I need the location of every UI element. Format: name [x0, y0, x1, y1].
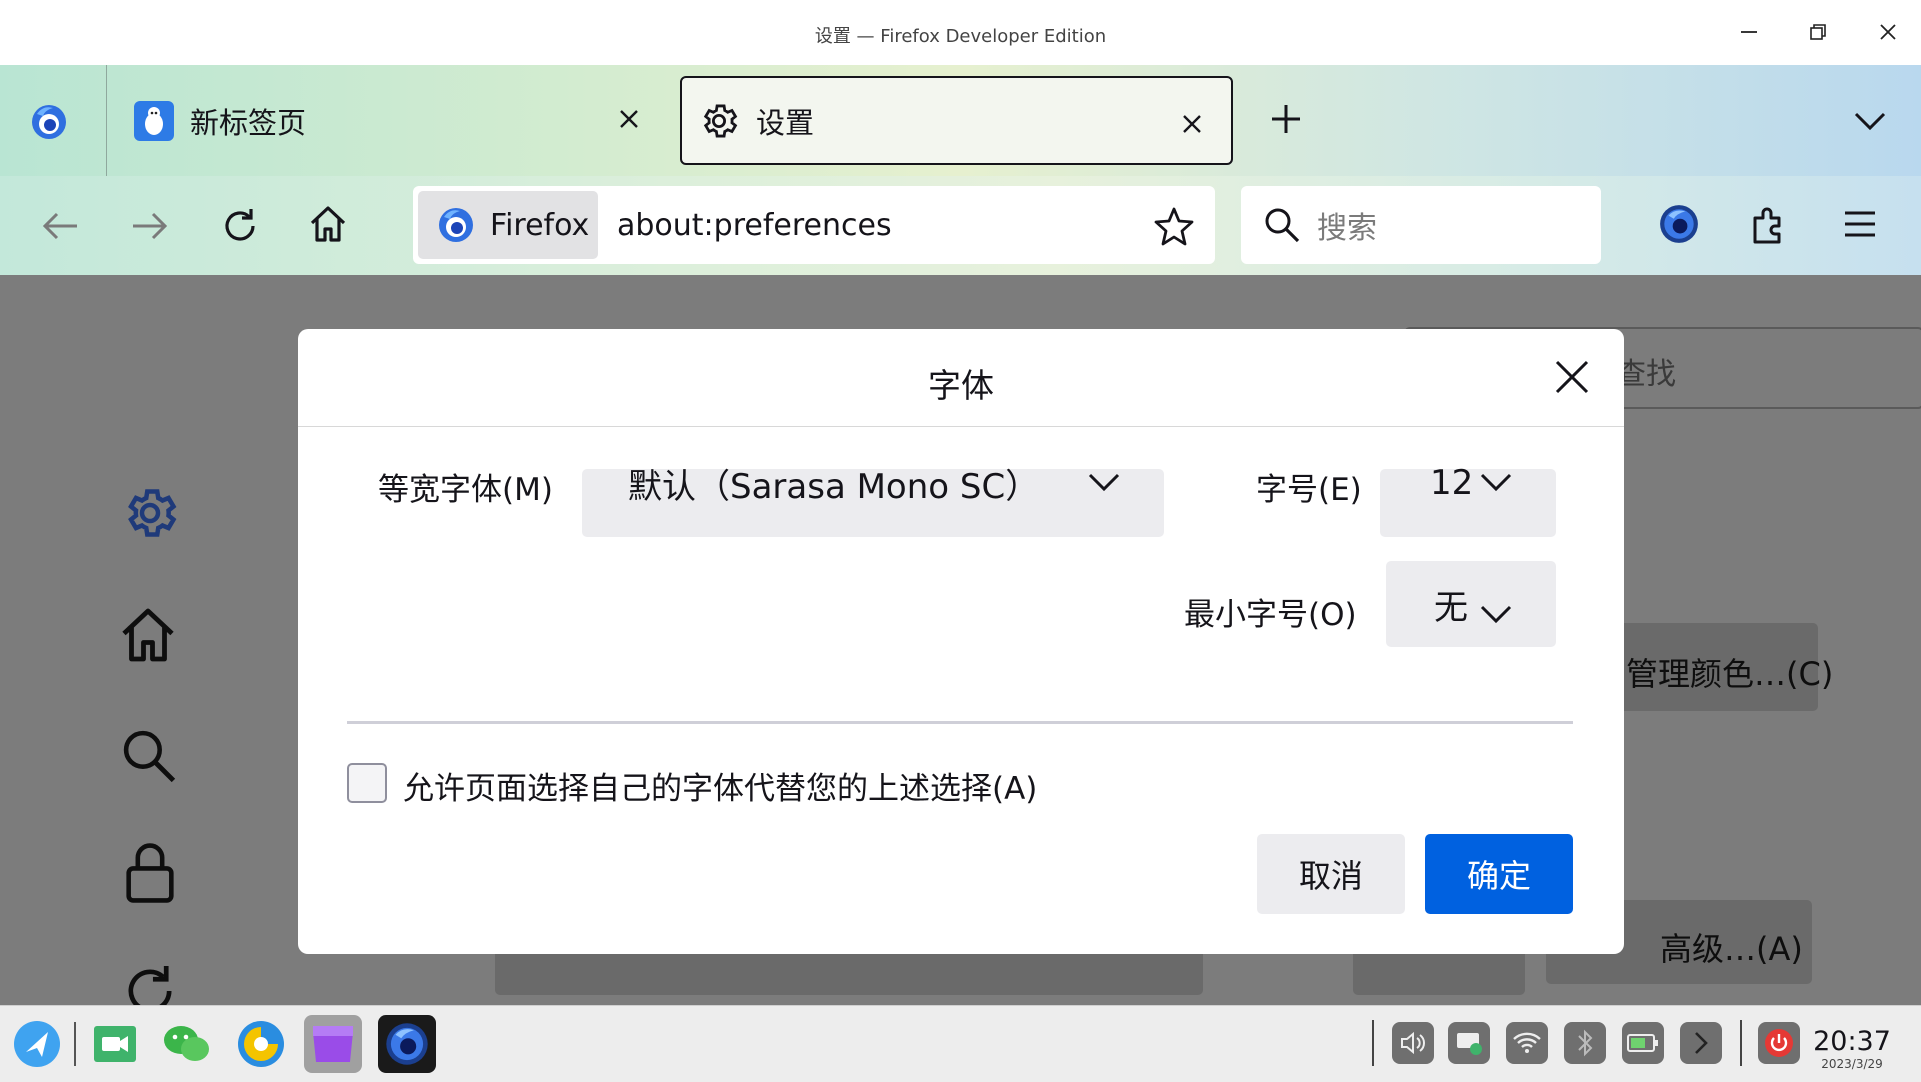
video-meeting-icon[interactable]	[86, 1015, 144, 1073]
firefox-account-icon[interactable]	[1655, 200, 1703, 248]
new-tab-button[interactable]	[1262, 95, 1310, 143]
manage-colors-label: 管理颜色…(C)	[1626, 655, 1834, 693]
app-store-icon[interactable]	[304, 1015, 362, 1073]
close-tab-icon[interactable]	[1181, 108, 1203, 142]
tab-settings[interactable]: 设置	[680, 76, 1233, 165]
fonts-dialog: 字体 等宽字体(M) 默认（Sarasa Mono SC） 字号(E) 12 最…	[298, 329, 1624, 954]
search-placeholder: 搜索	[1317, 211, 1377, 246]
expand-tray-chevron-right-icon[interactable]	[1680, 1022, 1722, 1064]
sidebar-general-gear-icon[interactable]	[120, 483, 180, 547]
penguin-icon	[134, 100, 174, 141]
search-icon	[1263, 206, 1301, 244]
sidebar-search-icon[interactable]	[120, 727, 178, 789]
firefox-view-icon[interactable]	[22, 95, 76, 149]
close-window-icon[interactable]	[1868, 14, 1908, 50]
clock-time: 20:37	[1813, 1026, 1891, 1057]
search-bar[interactable]: 搜索	[1241, 186, 1601, 264]
taskbar: 20:37 2023/3/29	[0, 1005, 1921, 1082]
dialog-header: 字体	[298, 329, 1624, 427]
allow-page-fonts-checkbox[interactable]	[347, 763, 387, 803]
forward-arrow-icon[interactable]	[126, 204, 174, 248]
close-dialog-icon[interactable]	[1554, 359, 1594, 399]
minimum-font-size-label: 最小字号(O)	[1184, 597, 1357, 633]
select-value: 12	[1430, 463, 1474, 503]
network-manager-icon[interactable]	[1448, 1022, 1490, 1064]
sidebar-home-icon[interactable]	[118, 605, 178, 669]
extensions-puzzle-icon[interactable]	[1746, 200, 1794, 248]
hamburger-menu-icon[interactable]	[1836, 202, 1884, 246]
nav-toolbar: Firefox about:preferences 搜索	[0, 176, 1921, 275]
firefox-logo-icon	[436, 205, 476, 245]
url-bar[interactable]: Firefox about:preferences	[413, 186, 1215, 264]
restore-icon[interactable]	[1798, 14, 1838, 50]
minimize-icon[interactable]	[1729, 14, 1769, 50]
select-value: 默认（Sarasa Mono SC）	[628, 466, 1040, 507]
select-value: 无	[1434, 587, 1468, 628]
cancel-button[interactable]: 取消	[1257, 834, 1405, 914]
chevron-down-icon	[1088, 461, 1120, 501]
url-text[interactable]: about:preferences	[617, 208, 892, 243]
identity-label: Firefox	[490, 207, 590, 243]
advanced-label: 高级…(A)	[1660, 930, 1803, 968]
power-icon[interactable]	[1758, 1022, 1800, 1064]
font-size-label: 字号(E)	[1256, 472, 1362, 508]
wechat-icon[interactable]	[158, 1015, 216, 1073]
back-arrow-icon[interactable]	[36, 204, 84, 248]
home-icon[interactable]	[304, 200, 352, 248]
firefox-dev-taskbar-icon[interactable]	[378, 1015, 436, 1073]
bluetooth-icon[interactable]	[1564, 1022, 1606, 1064]
allow-page-fonts-label[interactable]: 允许页面选择自己的字体代替您的上述选择(A)	[403, 763, 1037, 808]
gear-icon	[698, 100, 740, 142]
reload-icon[interactable]	[216, 202, 264, 250]
tab-strip: 新标签页 设置	[0, 65, 1921, 176]
monospace-font-label: 等宽字体(M)	[378, 472, 553, 508]
volume-icon[interactable]	[1392, 1022, 1434, 1064]
tab-label: 新标签页	[190, 105, 307, 140]
clock-date: 2023/3/29	[1821, 1057, 1883, 1071]
sidebar-sync-icon[interactable]	[122, 963, 178, 1005]
window-title: 设置 — Firefox Developer Edition	[814, 26, 1107, 47]
ok-button[interactable]: 确定	[1425, 834, 1573, 914]
window-titlebar: 设置 — Firefox Developer Edition	[0, 0, 1921, 65]
bookmark-star-icon[interactable]	[1154, 206, 1194, 250]
manage-colors-button[interactable]: 管理颜色…(C)	[1606, 623, 1833, 711]
battery-icon[interactable]	[1622, 1022, 1664, 1064]
tab-label: 设置	[756, 105, 815, 140]
tab-new-tab[interactable]: 新标签页	[118, 65, 658, 176]
identity-box[interactable]: Firefox	[418, 191, 598, 259]
close-tab-icon[interactable]	[618, 103, 640, 137]
monospace-font-select[interactable]: 默认（Sarasa Mono SC）	[582, 467, 1164, 537]
launcher-icon[interactable]	[8, 1015, 66, 1073]
wifi-icon[interactable]	[1506, 1022, 1548, 1064]
sidebar-privacy-lock-icon[interactable]	[122, 841, 178, 909]
minimum-font-size-select[interactable]: 无	[1386, 561, 1556, 647]
find-placeholder: 查找	[1616, 357, 1676, 392]
font-size-select[interactable]: 12	[1380, 463, 1556, 537]
list-all-tabs-chevron-down-icon[interactable]	[1848, 99, 1892, 143]
chevron-down-icon	[1480, 593, 1512, 633]
divider	[347, 721, 1573, 724]
browser-app-icon[interactable]	[232, 1015, 290, 1073]
chevron-down-icon	[1480, 461, 1512, 501]
dialog-title: 字体	[928, 366, 994, 405]
